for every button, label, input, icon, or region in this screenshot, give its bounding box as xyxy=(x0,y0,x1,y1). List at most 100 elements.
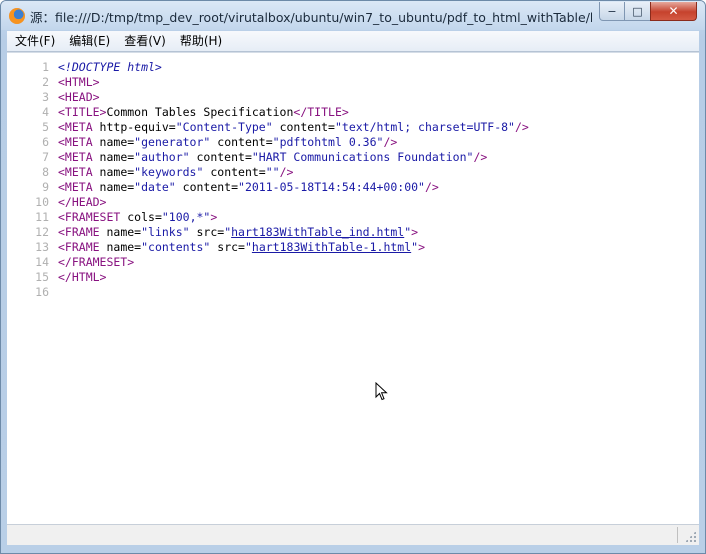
line-content: <TITLE>Common Tables Specification</TITL… xyxy=(58,105,349,120)
line-number: 10 xyxy=(35,195,49,209)
attr-name-token: cols= xyxy=(127,210,162,224)
attr-name-token: content= xyxy=(272,120,335,134)
tag-token: > xyxy=(411,225,419,239)
tag-token: <META xyxy=(58,180,100,194)
source-line: 5 <META http-equiv="Content-Type" content… xyxy=(7,120,699,135)
attr-value-token: "text/html; charset=UTF-8" xyxy=(334,120,515,134)
source-line: 6 <META name="generator" content="pdftoht… xyxy=(7,135,699,150)
attr-value-token: "author" xyxy=(134,150,190,164)
source-line: 7 <META name="author" content="HART Commu… xyxy=(7,150,699,165)
line-content: <FRAME name="contents" src="hart183WithT… xyxy=(58,240,425,255)
line-content: <META name="keywords" content=""/> xyxy=(58,165,293,180)
close-icon: ✕ xyxy=(668,4,679,18)
line-number: 13 xyxy=(35,240,49,254)
tag-token: <TITLE> xyxy=(58,105,107,119)
attr-name-token: content= xyxy=(203,165,266,179)
tag-token: /> xyxy=(514,120,529,134)
close-button[interactable]: ✕ xyxy=(650,2,697,21)
menu-file[interactable]: 文件(F) xyxy=(7,31,62,51)
text-token: Common Tables Specification xyxy=(106,105,294,119)
source-link[interactable]: hart183WithTable_ind.html xyxy=(231,225,404,239)
line-content: <META name="generator" content="pdftohtm… xyxy=(58,135,397,150)
source-line: 12 <FRAME name="links" src="hart183WithTa… xyxy=(7,225,699,240)
line-number: 2 xyxy=(42,75,49,89)
attr-name-token: name= xyxy=(99,135,135,149)
line-number: 14 xyxy=(35,255,49,269)
attr-name-token: src= xyxy=(189,225,225,239)
line-number: 16 xyxy=(35,285,49,299)
line-content: <HTML> xyxy=(58,75,100,90)
tag-token: /> xyxy=(473,150,488,164)
tag-token: </TITLE> xyxy=(293,105,349,119)
attr-value-token: "HART Communications Foundation" xyxy=(251,150,474,164)
attr-name-token: name= xyxy=(106,240,142,254)
attr-value-token: " xyxy=(244,240,252,254)
source-line: 2 <HTML> xyxy=(7,75,699,90)
line-number: 3 xyxy=(42,90,49,104)
line-number: 11 xyxy=(35,210,49,224)
attr-value-token: "links" xyxy=(141,225,190,239)
attr-name-token: name= xyxy=(106,225,142,239)
attr-value-token: "100,*" xyxy=(161,210,211,224)
attr-name-token: name= xyxy=(99,165,135,179)
source-view[interactable]: 1 <!DOCTYPE html> 2 <HTML> 3 <HEAD> 4 <TITLE>Co… xyxy=(7,52,699,524)
tag-token: <META xyxy=(58,120,100,134)
tag-token: > xyxy=(210,210,218,224)
minimize-button[interactable]: − xyxy=(599,2,625,21)
line-content: <META name="author" content="HART Commun… xyxy=(58,150,487,165)
line-number: 12 xyxy=(35,225,49,239)
window-title: 源：file:///D:/tmp/tmp_dev_root/virutalbox… xyxy=(30,10,592,25)
source-line: 8 <META name="keywords" content=""/> xyxy=(7,165,699,180)
attr-value-token: "date" xyxy=(134,180,176,194)
tag-token: <HTML> xyxy=(58,75,100,89)
line-content: <FRAMESET cols="100,*"> xyxy=(58,210,217,225)
line-number: 7 xyxy=(42,150,49,164)
line-content: <META http-equiv="Content-Type" content=… xyxy=(58,120,529,135)
source-link[interactable]: hart183WithTable-1.html xyxy=(252,240,411,254)
source-line: 10 </HEAD> xyxy=(7,195,699,210)
resize-grip-icon[interactable] xyxy=(685,531,696,542)
tag-token: /> xyxy=(424,180,439,194)
minimize-icon: − xyxy=(607,4,617,18)
tag-token: </HEAD> xyxy=(58,195,107,209)
firefox-icon xyxy=(9,8,25,24)
attr-name-token: src= xyxy=(210,240,245,254)
attr-value-token: "Content-Type" xyxy=(175,120,273,134)
line-content: <FRAME name="links" src="hart183WithTabl… xyxy=(58,225,418,240)
menu-help[interactable]: 帮助(H) xyxy=(173,31,229,51)
mouse-pointer-icon xyxy=(375,382,388,401)
line-content: <!DOCTYPE html> xyxy=(58,60,162,75)
status-bar xyxy=(7,524,699,545)
attr-name-token: content= xyxy=(189,150,252,164)
attr-name-token: content= xyxy=(210,135,273,149)
maximize-button[interactable]: □ xyxy=(624,2,651,21)
attr-value-token: "2011-05-18T14:54:44+00:00" xyxy=(238,180,425,194)
attr-value-token: "generator" xyxy=(134,135,211,149)
menu-edit[interactable]: 编辑(E) xyxy=(62,31,117,51)
title-bar[interactable]: 源：file:///D:/tmp/tmp_dev_root/virutalbox… xyxy=(1,1,705,30)
source-line: 4 <TITLE>Common Tables Specification</TIT… xyxy=(7,105,699,120)
tag-token: <META xyxy=(58,165,100,179)
tag-token: <META xyxy=(58,150,100,164)
view-source-window: 源：file:///D:/tmp/tmp_dev_root/virutalbox… xyxy=(0,0,706,554)
line-number: 15 xyxy=(35,270,49,284)
tag-token: </HTML> xyxy=(58,270,107,284)
line-content: </HTML> xyxy=(58,270,106,285)
line-number: 6 xyxy=(42,135,49,149)
menu-view[interactable]: 查看(V) xyxy=(117,31,173,51)
tag-token: <HEAD> xyxy=(58,90,100,104)
line-number: 8 xyxy=(42,165,49,179)
line-number: 1 xyxy=(42,60,49,74)
line-content: <HEAD> xyxy=(58,90,100,105)
line-number: 5 xyxy=(42,120,49,134)
attr-value-token: "keywords" xyxy=(134,165,204,179)
line-number: 9 xyxy=(42,180,49,194)
line-content: </FRAMESET> xyxy=(58,255,134,270)
source-line: 15 </HTML> xyxy=(7,270,699,285)
menu-bar: 文件(F) 编辑(E) 查看(V) 帮助(H) xyxy=(7,31,699,52)
tag-token: <FRAMESET xyxy=(58,210,128,224)
source-line: 13 <FRAME name="contents" src="hart183Wit… xyxy=(7,240,699,255)
status-divider xyxy=(677,527,678,543)
maximize-icon: □ xyxy=(632,4,643,18)
tag-token: /> xyxy=(279,165,294,179)
